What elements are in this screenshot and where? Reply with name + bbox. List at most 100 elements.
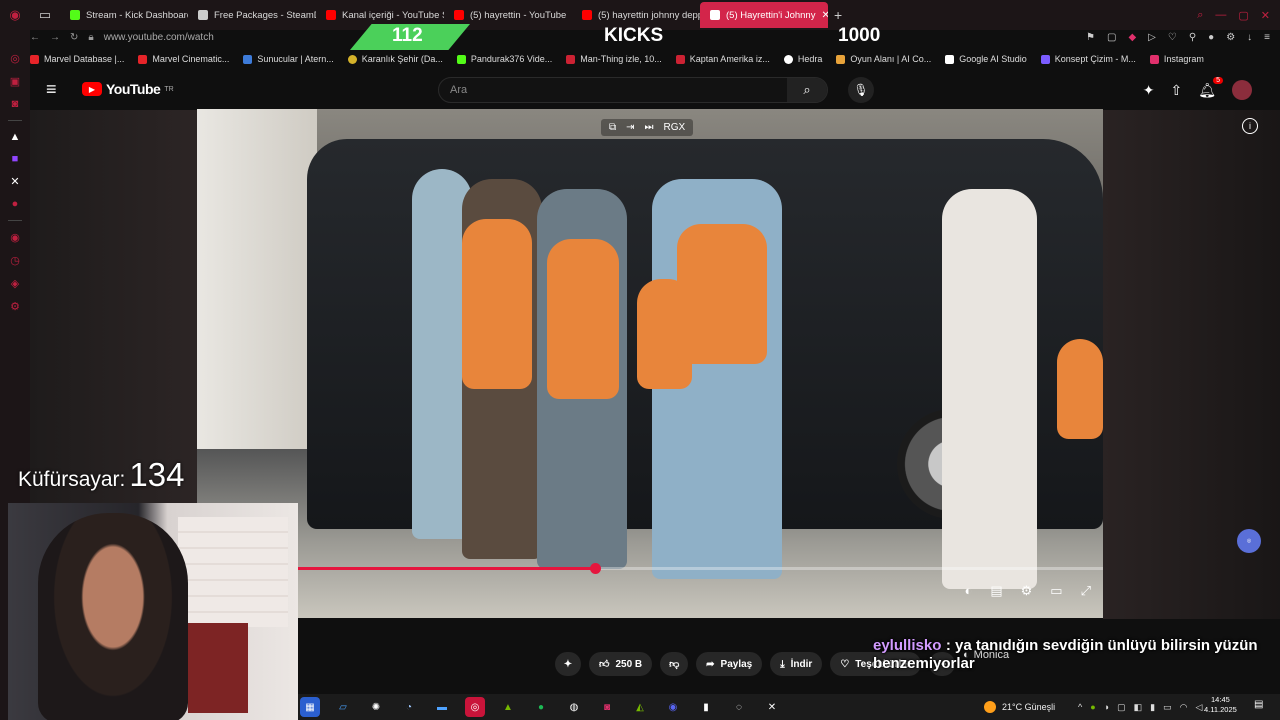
fullscreen-icon[interactable]: ⤢ [1081, 583, 1091, 599]
tray-chevron-icon[interactable]: ^ [1078, 702, 1082, 713]
recorder-icon[interactable]: ◌ [729, 697, 749, 717]
bookmark-icon[interactable]: ⚑ [1086, 32, 1095, 43]
twitch-icon[interactable]: ■ [12, 153, 19, 165]
menu-icon[interactable]: ≡ [1264, 32, 1270, 43]
explorer-icon[interactable]: ▬ [432, 697, 452, 717]
search-tabs-icon[interactable]: ⌕ [1197, 9, 1203, 22]
sidebar-toggle-icon[interactable]: ⚙ [1226, 32, 1235, 43]
autoplay-toggle-icon[interactable]: ◐ [964, 583, 972, 599]
play-circle-icon[interactable]: ◉ [10, 231, 20, 244]
browser-menu-icon[interactable]: ◉ [0, 0, 30, 30]
download-icon[interactable]: ↓ [1247, 32, 1252, 43]
steam-icon[interactable]: ◔ [399, 697, 419, 717]
bookmark-item[interactable]: Marvel Cinematic... [138, 54, 229, 64]
avatar[interactable] [1232, 80, 1252, 100]
progress-scrubber[interactable] [590, 563, 602, 574]
rgx-button[interactable]: RGX [664, 122, 686, 133]
x-icon[interactable]: ✕ [10, 175, 19, 188]
bookmark-item[interactable]: Google AI Studio [945, 54, 1027, 64]
bookmark-item[interactable]: Karanlık Şehir (Da... [347, 54, 443, 64]
bookmark-item[interactable]: Pandurak376 Vide... [456, 54, 552, 64]
tray-app-icon[interactable]: ● [1090, 702, 1095, 713]
instagram-icon[interactable]: ◙ [12, 98, 19, 110]
reload-icon[interactable]: ↻ [70, 32, 78, 43]
share-button[interactable]: ➦ Paylaş [696, 652, 763, 676]
bookmark-item[interactable]: Hedra [783, 54, 822, 64]
history-icon[interactable]: ◷ [10, 254, 20, 267]
bookmark-item[interactable]: Oyun Alanı | AI Co... [836, 54, 931, 64]
pip-icon[interactable]: ⧉ [609, 122, 616, 133]
instagram-icon[interactable]: ◙ [597, 697, 617, 717]
wifi-icon[interactable]: ◠ [1180, 702, 1188, 713]
notification-center-icon[interactable]: ▤ [1254, 699, 1263, 710]
player-icon[interactable]: ▷ [1148, 32, 1156, 43]
browser-icon[interactable]: ◎ [465, 697, 485, 717]
video-player[interactable]: ⧉ ⇥ ⏭ RGX ◐ ▤ ⚙ ▭ ⤢ [197, 109, 1103, 618]
subtitles-icon[interactable]: ▤ [990, 583, 1002, 599]
tab-overview-icon[interactable]: ▭ [30, 0, 60, 30]
next-icon[interactable]: ⏭ [645, 122, 654, 133]
extensions-icon[interactable]: ⚲ [1189, 32, 1196, 43]
bookmark-item[interactable]: Marvel Database |... [30, 54, 124, 64]
youtube-logo[interactable]: ▶ YouTube TR [82, 81, 174, 97]
voice-search-button[interactable]: 🎙︎ [848, 77, 874, 103]
theater-mode-icon[interactable]: ▭ [1050, 583, 1062, 599]
capcut-icon[interactable]: ✕ [762, 697, 782, 717]
search-button[interactable]: ⌕ [787, 78, 827, 102]
url-field[interactable]: www.youtube.com/watch [104, 32, 214, 43]
ai-sparkle-button[interactable]: ✦ [555, 652, 581, 676]
chatgpt-icon[interactable]: ✺ [366, 697, 386, 717]
record-icon[interactable]: ● [12, 198, 19, 210]
tray-app-icon[interactable]: ◑ [1104, 702, 1109, 713]
upload-icon[interactable]: ⇧ [1170, 82, 1182, 99]
extension-badge-icon[interactable]: ◎ [1237, 529, 1261, 553]
bookmark-item[interactable]: Sunucular | Atern... [243, 54, 334, 64]
download-button[interactable]: ⤓ İndir [770, 652, 823, 676]
bookmark-item[interactable]: Kaptan Amerika iz... [675, 54, 770, 64]
skip-icon[interactable]: ⇥ [626, 122, 634, 133]
new-tab-icon[interactable]: + [834, 7, 842, 23]
discord-icon[interactable]: ◉ [663, 697, 683, 717]
tab-kick-dashboard[interactable]: Stream - Kick Dashboard [60, 2, 188, 28]
screenshot-icon[interactable]: ▢ [1107, 32, 1116, 43]
bookmark-item[interactable]: Instagram [1149, 54, 1204, 64]
dislike-button[interactable]: 👎︎ [660, 652, 689, 676]
store-icon[interactable]: ▦ [300, 697, 320, 717]
settings-icon[interactable]: ⚙ [10, 300, 20, 313]
microphone-app-icon[interactable]: ▮ [696, 697, 716, 717]
video-progress-bar[interactable] [297, 563, 1103, 574]
bookmark-item[interactable]: Konsept Çizim - M... [1040, 54, 1136, 64]
back-icon[interactable]: ← [30, 32, 40, 43]
arc-icon[interactable]: ▲ [10, 131, 21, 143]
network-icon[interactable]: ▭ [1163, 702, 1172, 713]
spotify-icon[interactable]: ● [531, 697, 551, 717]
forward-icon[interactable]: → [50, 32, 60, 43]
mic-tray-icon[interactable]: ▮ [1150, 702, 1155, 713]
close-window-icon[interactable]: ✕ [1261, 9, 1270, 22]
like-button[interactable]: 👍︎ 250 B [589, 652, 653, 676]
hamburger-menu-icon[interactable]: ≡ [46, 79, 70, 100]
extensions-icon[interactable]: ◈ [11, 277, 19, 290]
nvidia-app-icon[interactable]: ◭ [630, 697, 650, 717]
create-icon[interactable]: ✦ [1143, 82, 1155, 99]
search-input[interactable] [439, 78, 787, 102]
settings-icon[interactable]: ⚙ [1021, 583, 1033, 599]
pocket-icon[interactable]: ◆ [1128, 32, 1136, 43]
tray-app-icon[interactable]: ◧ [1134, 702, 1143, 713]
maximize-icon[interactable]: ▢ [1238, 9, 1248, 22]
minimize-icon[interactable]: — [1215, 9, 1226, 22]
weather-widget[interactable]: 21°C Güneşli [984, 701, 1055, 713]
tray-app-icon[interactable]: ▢ [1117, 702, 1126, 713]
nvidia-icon[interactable]: ▲ [498, 697, 518, 717]
volume-icon[interactable]: ◁ [1195, 702, 1202, 713]
photos-icon[interactable]: ▱ [333, 697, 353, 717]
messenger-icon[interactable]: ▣ [10, 75, 20, 88]
bookmark-item[interactable]: Man-Thing izle, 10... [566, 54, 662, 64]
github-icon[interactable]: ◍ [564, 697, 584, 717]
notifications-button[interactable]: 🔔︎ 5 [1198, 76, 1223, 99]
tab-steamdb[interactable]: Free Packages - SteamDB [188, 2, 316, 28]
info-icon[interactable]: i [1242, 118, 1258, 134]
profile-icon[interactable]: ● [1208, 32, 1214, 43]
heart-icon[interactable]: ♡ [1168, 32, 1177, 43]
taskbar-clock[interactable]: 14:45 4.11.2025 [1204, 695, 1237, 715]
